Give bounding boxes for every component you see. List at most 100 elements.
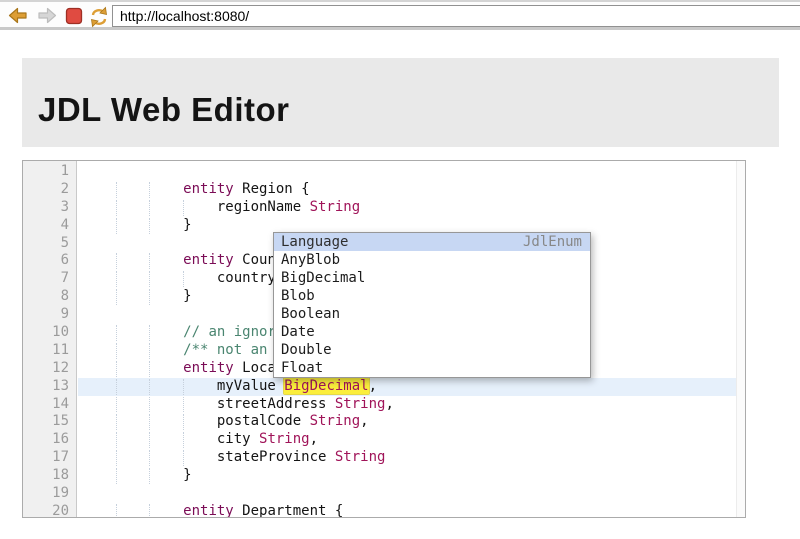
indent-guide bbox=[149, 343, 150, 359]
stop-button[interactable] bbox=[63, 6, 85, 26]
indent-guide bbox=[149, 271, 150, 287]
line-number: 7 bbox=[23, 270, 78, 288]
indent-guide bbox=[149, 200, 150, 216]
indent-guide bbox=[149, 379, 150, 395]
line-number: 10 bbox=[23, 324, 78, 342]
editor-scrollbar[interactable] bbox=[736, 161, 745, 517]
indent-guide bbox=[149, 432, 150, 448]
indent-guide bbox=[183, 450, 184, 466]
indent-guide bbox=[149, 325, 150, 341]
indent-guide bbox=[116, 289, 117, 305]
refresh-arrows-icon bbox=[87, 6, 109, 28]
line-number: 17 bbox=[23, 449, 78, 467]
line-number: 1 bbox=[23, 163, 78, 181]
code-line[interactable]: 13 myValue BigDecimal, bbox=[23, 378, 736, 396]
autocomplete-item-label: AnyBlob bbox=[281, 251, 340, 269]
indent-guide bbox=[183, 397, 184, 413]
code-line-text: } bbox=[78, 467, 736, 485]
code-line-text: regionName String bbox=[78, 199, 736, 217]
autocomplete-item-type: JdlEnum bbox=[523, 233, 582, 251]
indent-guide bbox=[116, 468, 117, 484]
autocomplete-item[interactable]: Language JdlEnum bbox=[274, 233, 590, 251]
indent-guide bbox=[116, 361, 117, 377]
line-number: 2 bbox=[23, 181, 78, 199]
autocomplete-item[interactable]: Date bbox=[274, 323, 590, 341]
indent-guide bbox=[116, 325, 117, 341]
refresh-button[interactable] bbox=[87, 6, 109, 26]
indent-guide bbox=[149, 450, 150, 466]
indent-guide bbox=[183, 414, 184, 430]
code-line[interactable]: 19 bbox=[23, 485, 736, 503]
indent-guide bbox=[149, 468, 150, 484]
stop-square-icon bbox=[63, 6, 85, 26]
browser-window: JDL Web Editor 12 entity Region {3 regio… bbox=[0, 0, 800, 539]
line-number: 11 bbox=[23, 342, 78, 360]
code-line[interactable]: 14 streetAddress String, bbox=[23, 396, 736, 414]
autocomplete-item[interactable]: Double bbox=[274, 341, 590, 359]
indent-guide bbox=[149, 397, 150, 413]
line-number: 16 bbox=[23, 431, 78, 449]
indent-guide bbox=[116, 414, 117, 430]
line-number: 3 bbox=[23, 199, 78, 217]
code-line-text bbox=[78, 163, 736, 181]
autocomplete-item-label: Blob bbox=[281, 287, 315, 305]
indent-guide bbox=[149, 504, 150, 518]
line-number: 15 bbox=[23, 413, 78, 431]
indent-guide bbox=[116, 253, 117, 269]
autocomplete-dropdown: Language JdlEnum AnyBlobBigDecimalBlobBool… bbox=[273, 232, 591, 378]
line-number: 6 bbox=[23, 252, 78, 270]
indent-guide bbox=[116, 218, 117, 234]
code-line-text: entity Region { bbox=[78, 181, 736, 199]
autocomplete-item[interactable]: Boolean bbox=[274, 305, 590, 323]
indent-guide bbox=[149, 289, 150, 305]
autocomplete-item[interactable]: AnyBlob bbox=[274, 251, 590, 269]
code-line[interactable]: 1 bbox=[23, 163, 736, 181]
code-line[interactable]: 3 regionName String bbox=[23, 199, 736, 217]
indent-guide bbox=[116, 271, 117, 287]
code-line[interactable]: 16 city String, bbox=[23, 431, 736, 449]
code-line[interactable]: 2 entity Region { bbox=[23, 181, 736, 199]
page-header: JDL Web Editor bbox=[22, 58, 779, 147]
autocomplete-item[interactable]: Blob bbox=[274, 287, 590, 305]
code-line[interactable]: 17 stateProvince String bbox=[23, 449, 736, 467]
autocomplete-item-label: Float bbox=[281, 359, 323, 377]
code-line-text: myValue BigDecimal, bbox=[78, 378, 736, 396]
line-number: 5 bbox=[23, 235, 78, 253]
indent-guide bbox=[183, 200, 184, 216]
autocomplete-item-label: Date bbox=[281, 323, 315, 341]
indent-guide bbox=[116, 397, 117, 413]
code-line-text: city String, bbox=[78, 431, 736, 449]
autocomplete-item-label: Boolean bbox=[281, 305, 340, 323]
indent-guide bbox=[116, 504, 117, 518]
indent-guide bbox=[149, 253, 150, 269]
back-button[interactable] bbox=[7, 6, 29, 26]
autocomplete-item[interactable]: Float bbox=[274, 359, 590, 377]
indent-guide bbox=[183, 379, 184, 395]
autocomplete-item-label: Language bbox=[281, 233, 348, 251]
autocomplete-item-label: BigDecimal bbox=[281, 269, 365, 287]
line-number: 4 bbox=[23, 217, 78, 235]
forward-arrow-icon bbox=[36, 6, 58, 26]
line-number: 14 bbox=[23, 396, 78, 414]
autocomplete-item[interactable]: BigDecimal bbox=[274, 269, 590, 287]
code-line-text: entity Department { bbox=[78, 503, 736, 518]
indent-guide bbox=[149, 361, 150, 377]
code-line[interactable]: 18 } bbox=[23, 467, 736, 485]
autocomplete-item-label: Double bbox=[281, 341, 332, 359]
code-line-text: postalCode String, bbox=[78, 413, 736, 431]
browser-toolbar bbox=[0, 0, 800, 30]
indent-guide bbox=[183, 271, 184, 287]
indent-guide bbox=[116, 200, 117, 216]
code-line-text: stateProvince String bbox=[78, 449, 736, 467]
indent-guide bbox=[116, 450, 117, 466]
indent-guide bbox=[149, 182, 150, 198]
line-number: 18 bbox=[23, 467, 78, 485]
code-line[interactable]: 20 entity Department { bbox=[23, 503, 736, 518]
indent-guide bbox=[116, 343, 117, 359]
code-line[interactable]: 15 postalCode String, bbox=[23, 413, 736, 431]
forward-button[interactable] bbox=[36, 6, 58, 26]
line-number: 20 bbox=[23, 503, 78, 518]
line-number: 12 bbox=[23, 360, 78, 378]
code-line-text: streetAddress String, bbox=[78, 396, 736, 414]
url-input[interactable] bbox=[112, 5, 800, 27]
